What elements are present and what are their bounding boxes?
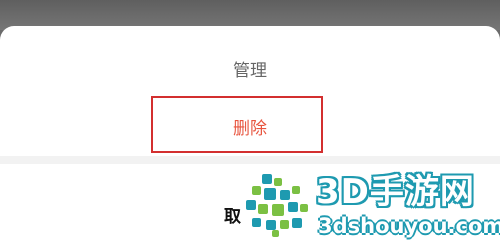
watermark-url: 3dshouyou.com bbox=[318, 214, 500, 238]
watermark-logo-icon bbox=[246, 174, 308, 237]
highlight-annotation bbox=[151, 96, 323, 153]
separator bbox=[0, 156, 500, 164]
watermark: 3D手游网 3dshouyou.com bbox=[238, 166, 500, 244]
manage-option[interactable]: 管理 bbox=[0, 58, 500, 84]
watermark-title: 3D手游网 bbox=[316, 172, 475, 212]
